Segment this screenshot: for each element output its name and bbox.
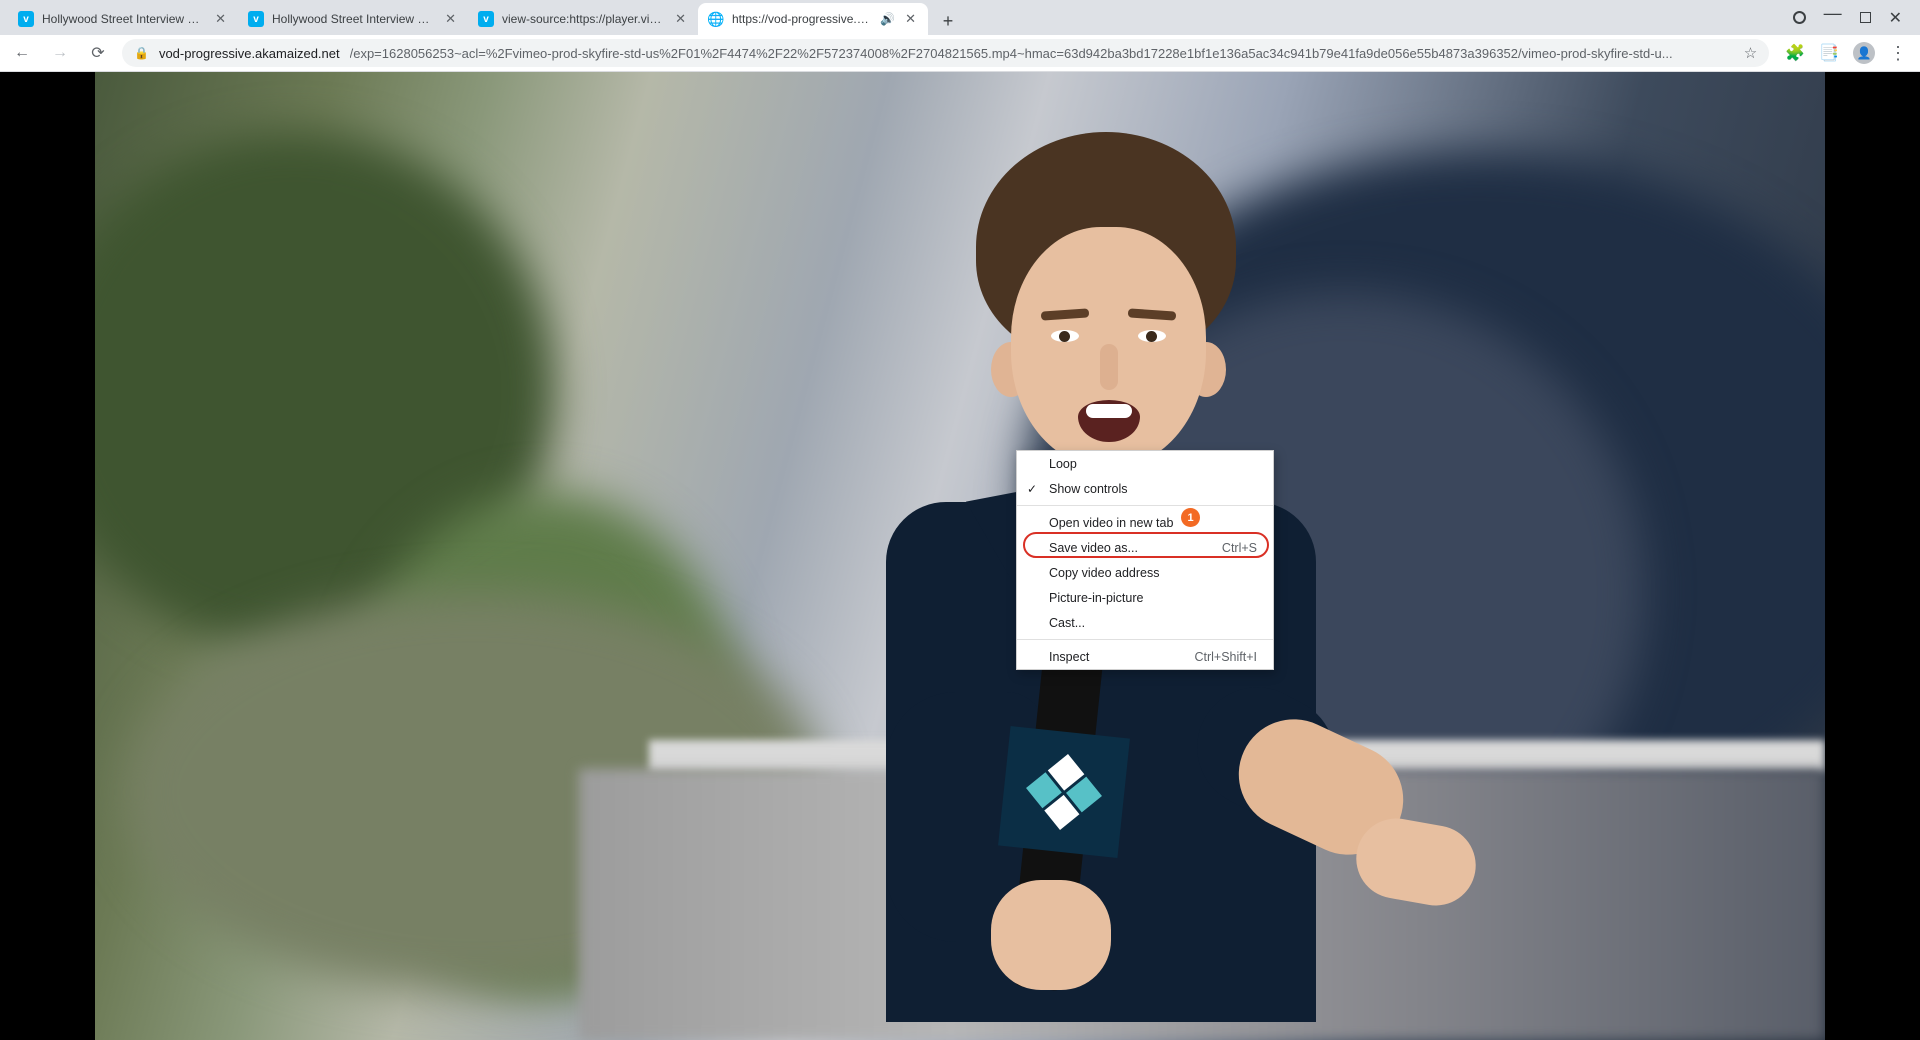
globe-icon: 🌐	[708, 11, 724, 27]
menu-separator	[1017, 639, 1273, 640]
new-tab-button[interactable]: +	[934, 7, 962, 35]
browser-tab-3-active[interactable]: 🌐 https://vod-progressive.akam 🔊 ✕	[698, 3, 928, 35]
tab-strip-bar: v Hollywood Street Interview with ✕ v Ho…	[0, 0, 1920, 35]
bookmark-star-icon[interactable]: ☆	[1744, 44, 1757, 62]
close-tab-icon[interactable]: ✕	[903, 11, 918, 27]
chrome-menu-icon[interactable]: ⋮	[1889, 43, 1906, 64]
tab-title: Hollywood Street Interview with	[272, 12, 435, 26]
window-minimize-button[interactable]: —	[1824, 3, 1842, 24]
ctx-label: Cast...	[1049, 616, 1085, 630]
tab-strip: v Hollywood Street Interview with ✕ v Ho…	[8, 0, 962, 35]
mic-flag-logo	[998, 726, 1130, 858]
url-path: /exp=1628056253~acl=%2Fvimeo-prod-skyfir…	[350, 46, 1728, 61]
ctx-shortcut: Ctrl+Shift+I	[1194, 650, 1257, 664]
browser-tab-2[interactable]: v view-source:https://player.vimeo ✕	[468, 3, 698, 35]
menu-separator	[1017, 505, 1273, 506]
video-player[interactable]	[95, 72, 1825, 1040]
close-tab-icon[interactable]: ✕	[443, 11, 458, 27]
url-host: vod-progressive.akamaized.net	[159, 46, 340, 61]
tab-title: Hollywood Street Interview with	[42, 12, 205, 26]
browser-tab-0[interactable]: v Hollywood Street Interview with ✕	[8, 3, 238, 35]
tab-title: view-source:https://player.vimeo	[502, 12, 665, 26]
ctx-label: Loop	[1049, 457, 1077, 471]
address-bar[interactable]: 🔒 vod-progressive.akamaized.net /exp=162…	[122, 39, 1769, 67]
ctx-inspect[interactable]: Inspect Ctrl+Shift+I	[1017, 644, 1273, 669]
nav-back-button[interactable]: ←	[8, 39, 36, 67]
nav-reload-button[interactable]: ⟳	[84, 39, 112, 67]
chrome-sync-icon[interactable]	[1793, 11, 1806, 24]
close-tab-icon[interactable]: ✕	[673, 11, 688, 27]
ctx-show-controls[interactable]: ✓ Show controls	[1017, 476, 1273, 501]
close-tab-icon[interactable]: ✕	[213, 11, 228, 27]
tab-title: https://vod-progressive.akam	[732, 12, 872, 26]
ctx-label: Show controls	[1049, 482, 1128, 496]
ctx-label: Inspect	[1049, 650, 1089, 664]
page-content	[0, 72, 1920, 1040]
ctx-cast[interactable]: Cast...	[1017, 610, 1273, 635]
ctx-open-new-tab[interactable]: Open video in new tab	[1017, 510, 1273, 535]
ctx-label: Open video in new tab	[1049, 516, 1173, 530]
ctx-label: Save video as...	[1049, 541, 1138, 555]
window-close-button[interactable]: ✕	[1889, 8, 1902, 28]
ctx-loop[interactable]: Loop	[1017, 451, 1273, 476]
window-controls: — ✕	[1775, 0, 1920, 35]
tab-audio-icon[interactable]: 🔊	[880, 12, 895, 26]
nav-forward-button[interactable]: →	[46, 39, 74, 67]
reading-list-icon[interactable]: 📑	[1819, 43, 1839, 63]
toolbar-right-icons: 🧩 📑 👤 ⋮	[1779, 42, 1912, 64]
ctx-shortcut: Ctrl+S	[1222, 541, 1257, 555]
extensions-icon[interactable]: 🧩	[1785, 43, 1805, 63]
profile-avatar-icon[interactable]: 👤	[1853, 42, 1875, 64]
browser-toolbar: ← → ⟳ 🔒 vod-progressive.akamaized.net /e…	[0, 35, 1920, 72]
check-icon: ✓	[1027, 482, 1037, 496]
ctx-label: Picture-in-picture	[1049, 591, 1143, 605]
ctx-picture-in-picture[interactable]: Picture-in-picture	[1017, 585, 1273, 610]
vimeo-icon: v	[478, 11, 494, 27]
vimeo-icon: v	[248, 11, 264, 27]
window-maximize-button[interactable]	[1860, 12, 1871, 23]
vimeo-icon: v	[18, 11, 34, 27]
ctx-copy-video-address[interactable]: Copy video address	[1017, 560, 1273, 585]
browser-tab-1[interactable]: v Hollywood Street Interview with ✕	[238, 3, 468, 35]
ctx-label: Copy video address	[1049, 566, 1159, 580]
ctx-save-video-as[interactable]: Save video as... Ctrl+S	[1017, 535, 1273, 560]
lock-icon[interactable]: 🔒	[134, 46, 149, 60]
video-context-menu: Loop ✓ Show controls Open video in new t…	[1016, 450, 1274, 670]
